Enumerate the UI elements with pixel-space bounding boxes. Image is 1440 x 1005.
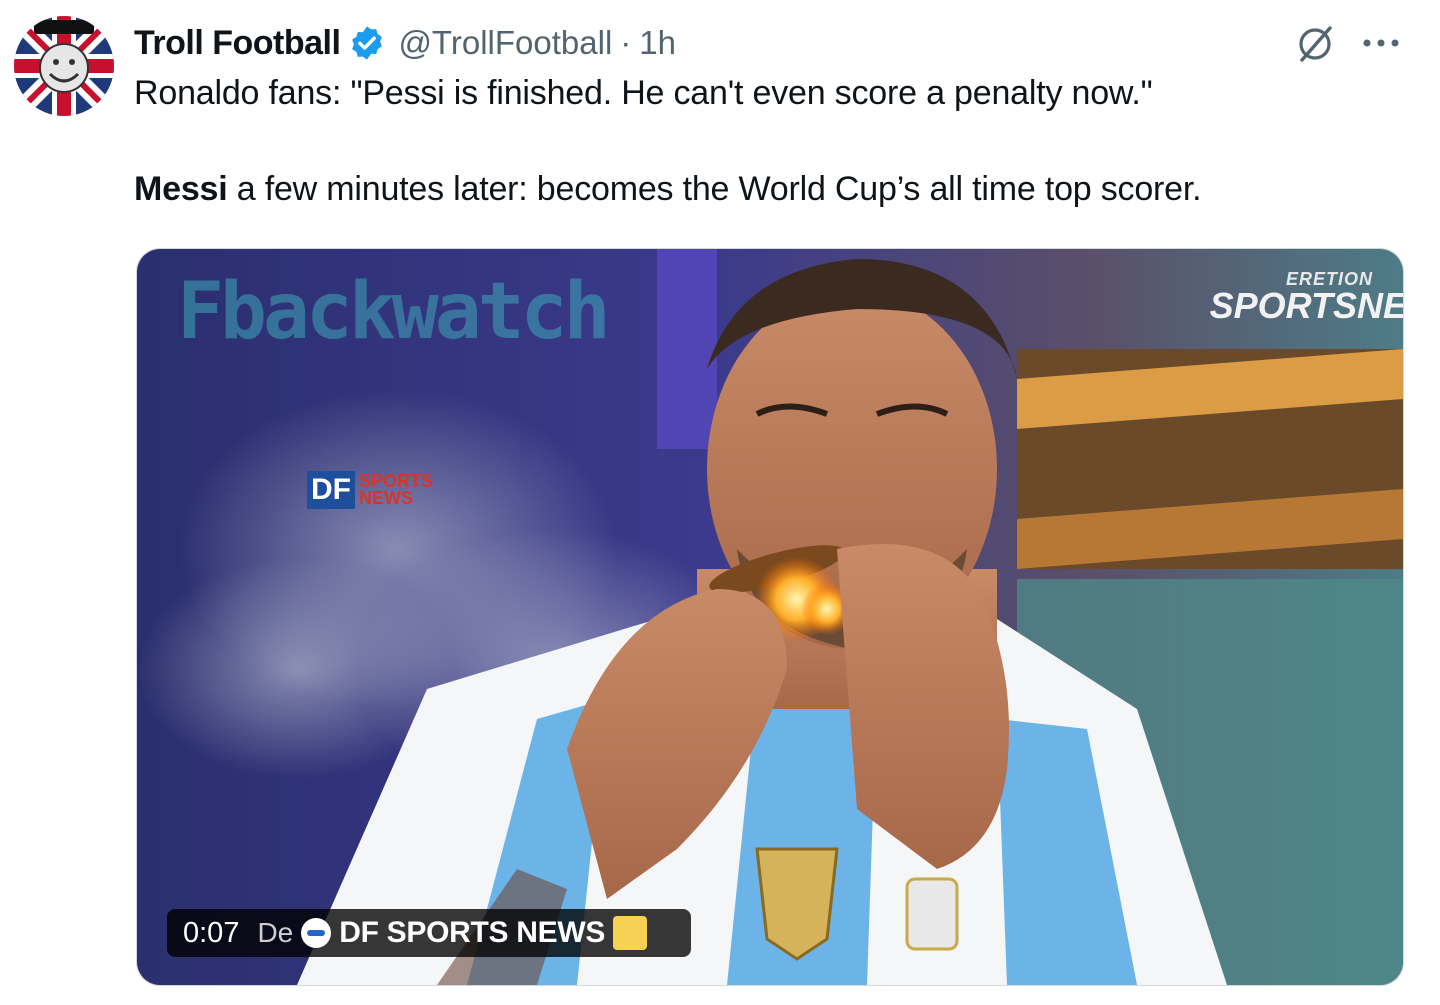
video-caption-prefix: De xyxy=(257,917,294,948)
channel-logo-text: SPORTSNE xyxy=(1209,285,1404,326)
video-player[interactable]: Fbackwatch ERETION SPORTSNE DF SPORTS NE… xyxy=(136,248,1404,986)
separator-dot: · xyxy=(620,24,632,61)
video-frame-image xyxy=(137,249,1403,985)
display-name[interactable]: Troll Football xyxy=(134,24,341,63)
source-badge-icon xyxy=(613,916,648,950)
grok-button[interactable] xyxy=(1292,20,1338,66)
source-logo-icon xyxy=(301,918,332,948)
tweet[interactable]: Troll Football @TrollFootball · 1h Ronal… xyxy=(0,0,1440,1005)
user-handle[interactable]: @TrollFootball xyxy=(398,24,612,62)
tweet-text-line-1: Ronaldo fans: "Pessi is finished. He can… xyxy=(134,74,1153,112)
watermark-line-2: NEWS xyxy=(359,488,413,508)
verified-badge-icon xyxy=(348,24,386,62)
timestamp[interactable]: 1h xyxy=(639,24,676,62)
tweet-text-line-2: Messi a few minutes later: becomes the W… xyxy=(134,170,1202,209)
broadcast-brand-text: Fbackwatch xyxy=(177,267,611,357)
video-source-name[interactable]: DF SPORTS NEWS xyxy=(339,916,605,950)
grok-icon xyxy=(1299,26,1332,62)
tweet-header: Troll Football @TrollFootball · 1h xyxy=(134,20,676,66)
watermark-sub: SPORTS NEWS xyxy=(359,472,433,508)
troll-face-union-jack-avatar-icon xyxy=(14,16,114,116)
watermark-df: DF xyxy=(307,471,355,509)
video-time: 0:07 xyxy=(183,916,240,949)
more-dots-icon xyxy=(1363,39,1399,47)
more-options-button[interactable] xyxy=(1358,20,1404,66)
tweet-text-rest: a few minutes later: becomes the World C… xyxy=(227,170,1202,208)
avatar[interactable] xyxy=(14,16,114,116)
video-info-bar: 0:07 De DF SPORTS NEWS xyxy=(167,909,691,957)
tweet-text-bold: Messi xyxy=(134,170,228,208)
df-sports-news-watermark: DF SPORTS NEWS xyxy=(307,471,433,509)
